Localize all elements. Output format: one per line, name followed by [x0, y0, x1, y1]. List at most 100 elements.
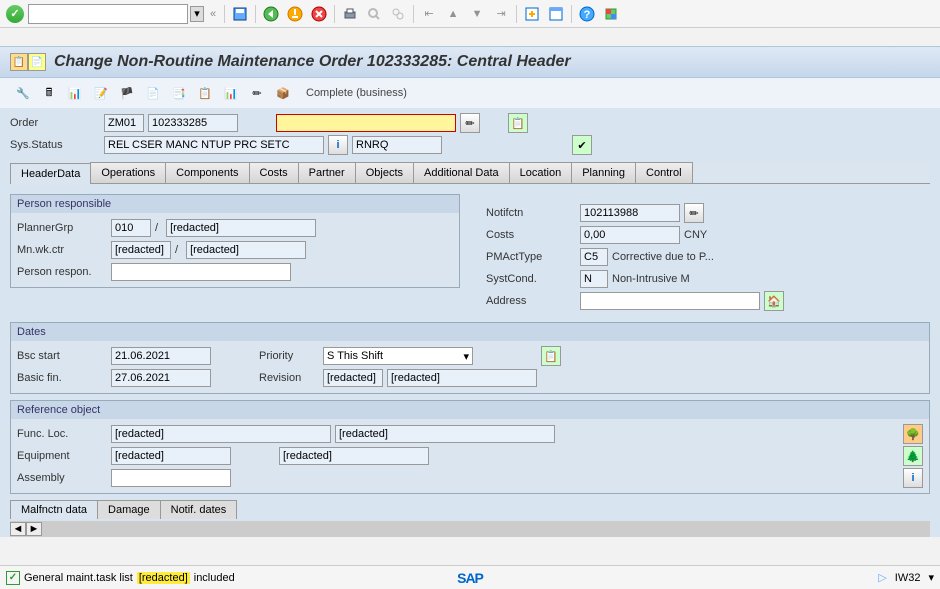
back-icon[interactable]	[260, 3, 282, 25]
notifctn-label: Notifctn	[486, 207, 576, 219]
tab-operations[interactable]: Operations	[90, 162, 166, 183]
doc-icon-2[interactable]: 📄	[28, 53, 46, 71]
status-right: ▷ IW32 ▾	[878, 571, 934, 584]
prev-page-icon[interactable]: ▲	[442, 3, 464, 25]
basicfin-field[interactable]: 27.06.2021	[111, 369, 211, 387]
refobj-hier-button[interactable]: 🌳	[903, 424, 923, 444]
save-icon[interactable]	[229, 3, 251, 25]
assembly-field[interactable]	[111, 469, 231, 487]
content-area: Order ZM01 102333285 ✏ 📋 Sys.Status REL …	[0, 108, 940, 537]
header-action-button-1[interactable]: 📋	[508, 113, 528, 133]
subtab-damage[interactable]: Damage	[97, 500, 161, 519]
priority-dropdown[interactable]: S This Shift▾	[323, 347, 473, 365]
app-icon-7[interactable]: 📑	[168, 82, 190, 104]
header-action-button-2[interactable]: ✔	[572, 135, 592, 155]
enter-button[interactable]: ✓	[4, 3, 26, 25]
currency-label: CNY	[684, 229, 711, 241]
personrespon-field[interactable]	[111, 263, 291, 281]
refobj-tree-button[interactable]: 🌲	[903, 446, 923, 466]
help-icon[interactable]: ?	[576, 3, 598, 25]
app-icon-10[interactable]: ✏	[246, 82, 268, 104]
tab-components[interactable]: Components	[165, 162, 249, 183]
svg-text:?: ?	[584, 9, 591, 21]
order-desc-field[interactable]	[276, 114, 456, 132]
app-icon-8[interactable]: 📋	[194, 82, 216, 104]
notifctn-field[interactable]: 102113988	[580, 204, 680, 222]
customize-icon[interactable]	[600, 3, 622, 25]
sub-tabstrip: Malfnctn data Damage Notif. dates	[10, 500, 930, 519]
scroll-left-button[interactable]: ◄	[10, 522, 26, 536]
next-page-icon[interactable]: ▼	[466, 3, 488, 25]
doc-icon-1[interactable]: 📋	[10, 53, 28, 71]
exit-icon[interactable]	[284, 3, 306, 25]
tab-location[interactable]: Location	[509, 162, 573, 183]
find-next-icon[interactable]	[387, 3, 409, 25]
cancel-icon[interactable]	[308, 3, 330, 25]
dates-title: Dates	[11, 323, 929, 341]
equipment-desc: [redacted]	[279, 447, 429, 465]
pmacttype-label: PMActType	[486, 251, 576, 263]
tab-costs[interactable]: Costs	[249, 162, 299, 183]
tab-additionaldata[interactable]: Additional Data	[413, 162, 510, 183]
pmacttype-desc: Corrective due to P...	[612, 251, 718, 263]
order-type-field[interactable]: ZM01	[104, 114, 144, 132]
status-bar: ✓ General maint.task list [redacted] inc…	[0, 565, 940, 589]
systcond-label: SystCond.	[486, 273, 576, 285]
app-icon-4[interactable]: 📝	[90, 82, 112, 104]
bscstart-label: Bsc start	[17, 350, 107, 362]
new-session-icon[interactable]	[521, 3, 543, 25]
plannergrp-sep: /	[155, 222, 162, 234]
print-icon[interactable]	[339, 3, 361, 25]
dates-action-button[interactable]: 📋	[541, 346, 561, 366]
plannergrp-desc: [redacted]	[166, 219, 316, 237]
tab-headerdata[interactable]: HeaderData	[10, 163, 91, 184]
subtab-malfnctn[interactable]: Malfnctn data	[10, 500, 98, 519]
tab-partner[interactable]: Partner	[298, 162, 356, 183]
plannergrp-label: PlannerGrp	[17, 222, 107, 234]
first-page-icon[interactable]: ⇤	[418, 3, 440, 25]
notifctn-edit-button[interactable]: ✏	[684, 203, 704, 223]
app-icon-6[interactable]: 📄	[142, 82, 164, 104]
pmacttype-field[interactable]: C5	[580, 248, 608, 266]
scroll-right-button[interactable]: ►	[26, 522, 42, 536]
address-field[interactable]	[580, 292, 760, 310]
app-icon-3[interactable]: 📊	[64, 82, 86, 104]
mnwkctr-label: Mn.wk.ctr	[17, 244, 107, 256]
app-icon-9[interactable]: 📊	[220, 82, 242, 104]
tcode-dropdown[interactable]: ▾	[928, 571, 934, 584]
tcode-field: IW32	[895, 572, 921, 584]
app-icon-5[interactable]: 🏴	[116, 82, 138, 104]
order-label: Order	[10, 117, 100, 129]
app-icon-11[interactable]: 📦	[272, 82, 294, 104]
assembly-label: Assembly	[17, 472, 107, 484]
order-number-field[interactable]: 102333285	[148, 114, 238, 132]
equipment-label: Equipment	[17, 450, 107, 462]
equipment-field[interactable]: [redacted]	[111, 447, 231, 465]
complete-business-button[interactable]: Complete (business)	[306, 87, 407, 99]
plannergrp-field[interactable]: 010	[111, 219, 151, 237]
tab-planning[interactable]: Planning	[571, 162, 636, 183]
app-icon-2[interactable]: 🖩	[38, 82, 60, 104]
status-info-button[interactable]: i	[328, 135, 348, 155]
layout-icon[interactable]	[545, 3, 567, 25]
systcond-field[interactable]: N	[580, 270, 608, 288]
funcloc-label: Func. Loc.	[17, 428, 107, 440]
funcloc-field[interactable]: [redacted]	[111, 425, 331, 443]
mnwkctr-field[interactable]: [redacted]	[111, 241, 171, 259]
tab-control[interactable]: Control	[635, 162, 692, 183]
bscstart-field[interactable]: 21.06.2021	[111, 347, 211, 365]
address-button[interactable]: 🏠	[764, 291, 784, 311]
app-icon-1[interactable]: 🔧	[12, 82, 34, 104]
tab-objects[interactable]: Objects	[355, 162, 414, 183]
title-bar: 📋 📄 Change Non-Routine Maintenance Order…	[0, 46, 940, 78]
find-icon[interactable]	[363, 3, 385, 25]
status-play-icon[interactable]: ▷	[878, 571, 886, 584]
command-dropdown[interactable]: ▾	[190, 6, 204, 22]
revision-field[interactable]: [redacted]	[323, 369, 383, 387]
last-page-icon[interactable]: ⇥	[490, 3, 512, 25]
edit-desc-button[interactable]: ✏	[460, 113, 480, 133]
refobj-info-button[interactable]: i	[903, 468, 923, 488]
subtab-notifdates[interactable]: Notif. dates	[160, 500, 238, 519]
command-field[interactable]	[28, 4, 188, 24]
status-text-suffix: included	[194, 572, 235, 584]
